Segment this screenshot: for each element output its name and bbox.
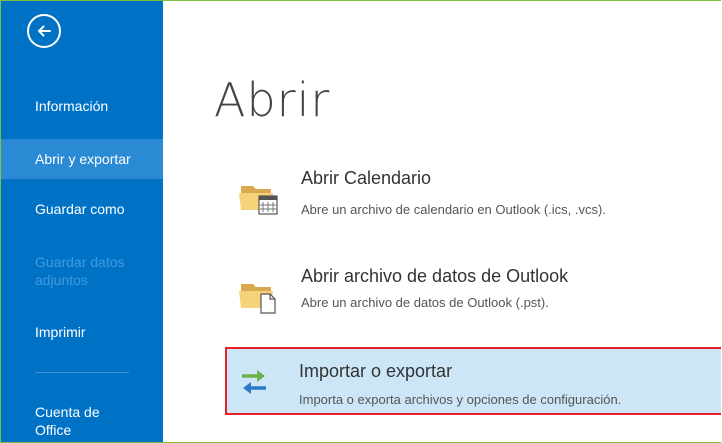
back-button[interactable] <box>27 14 61 48</box>
sidebar-item-guardar-como[interactable]: Guardar como <box>1 200 163 218</box>
folder-calendar-icon <box>239 186 278 215</box>
sidebar-item-imprimir[interactable]: Imprimir <box>1 323 163 341</box>
open-outlook-data-file-option[interactable]: Abrir archivo de datos de Outlook Abre u… <box>225 254 721 336</box>
option-description: Importa o exporta archivos y opciones de… <box>299 392 622 407</box>
sidebar-divider <box>35 372 129 373</box>
backstage-view: Información Abrir y exportar Guardar com… <box>0 0 721 443</box>
option-description: Abre un archivo de calendario en Outlook… <box>301 202 606 217</box>
sidebar-item-guardar-datos-adjuntos: Guardar datos adjuntos <box>35 254 125 288</box>
option-title: Abrir Calendario <box>301 168 432 188</box>
open-calendar-option[interactable]: Abrir Calendario Abre un archivo de cale… <box>225 156 721 238</box>
page-title: Abrir <box>214 73 331 127</box>
backstage-sidebar: Información Abrir y exportar Guardar com… <box>1 1 163 442</box>
sidebar-item-abrir-exportar[interactable]: Abrir y exportar <box>1 139 163 179</box>
sidebar-item-cuenta-office[interactable]: Cuenta de Office <box>1 403 126 439</box>
option-description: Abre un archivo de datos de Outlook (.ps… <box>301 295 549 310</box>
folder-file-icon <box>239 284 276 314</box>
main-panel: Abrir Abrir Calendario Abre un archivo d… <box>163 1 721 442</box>
option-title: Abrir archivo de datos de Outlook <box>301 266 569 286</box>
back-arrow-icon <box>38 25 51 37</box>
import-export-arrows-icon <box>242 370 266 394</box>
import-export-option[interactable]: Importar o exportar Importa o exporta ar… <box>225 347 721 415</box>
option-title: Importar o exportar <box>299 361 453 381</box>
sidebar-item-informacion[interactable]: Información <box>1 97 163 115</box>
